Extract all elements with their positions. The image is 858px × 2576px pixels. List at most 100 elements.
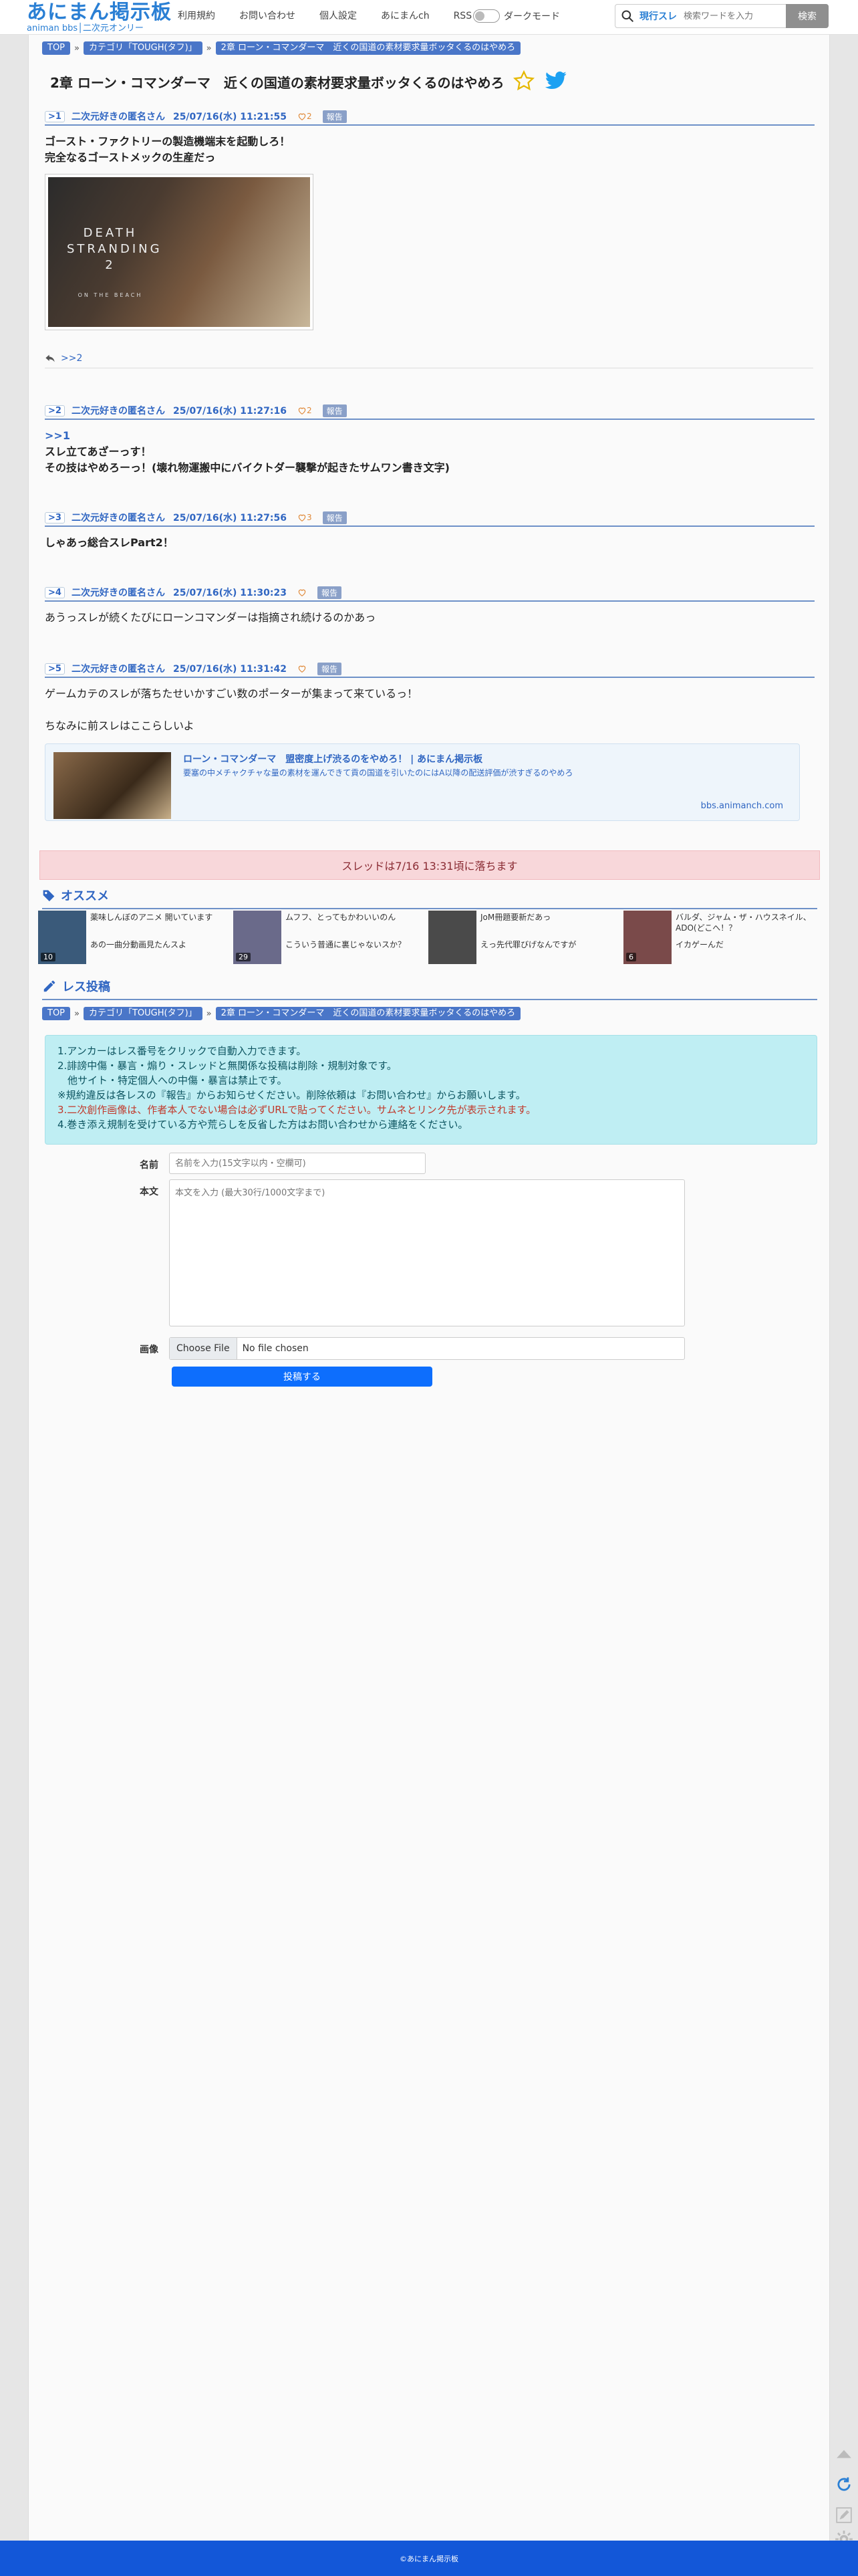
like-button[interactable]: [297, 588, 307, 597]
post-image[interactable]: DEATH STRANDING 2 ON THE BEACH: [45, 174, 313, 330]
report-button[interactable]: 報告: [317, 586, 341, 599]
anchor-link[interactable]: >>1: [45, 428, 815, 444]
breadcrumb-category[interactable]: カテゴリ「TOUGH(タフ)」: [83, 1007, 202, 1020]
name-label: 名前: [140, 1160, 158, 1171]
nav-settings[interactable]: 個人設定: [319, 9, 357, 23]
post-number[interactable]: >3: [45, 511, 65, 523]
nav-animanch[interactable]: あにまんch: [381, 9, 430, 23]
recommend-item-2[interactable]: 29 ムフフ、とってもかわいいのん こういう普通に裏じゃないスか？: [233, 911, 427, 968]
tag-icon: [43, 890, 55, 902]
body-label: 本文: [140, 1187, 158, 1197]
site-logo[interactable]: あにまん掲示板 animan bbs│二次元オンリー: [27, 1, 172, 33]
main-container: TOP » カテゴリ「TOUGH(タフ)」 » 2章 ローン・コマンダーマ 近く…: [28, 0, 830, 2576]
like-count: 3: [306, 513, 312, 522]
like-count: 2: [306, 406, 312, 415]
post-author: 二次元好きの匿名さん: [71, 588, 165, 598]
reply-form-heading: レス投稿: [42, 977, 817, 1000]
reload-icon[interactable]: [832, 2472, 856, 2496]
heart-icon: [298, 514, 306, 521]
report-button[interactable]: 報告: [322, 110, 347, 123]
submit-button[interactable]: 投稿する: [172, 1367, 432, 1387]
nav-terms[interactable]: 利用規約: [178, 9, 215, 23]
nav-rss[interactable]: RSS: [454, 9, 472, 23]
post-number[interactable]: >1: [45, 110, 65, 122]
like-button[interactable]: 3: [297, 513, 312, 522]
page-margin-left: [0, 0, 28, 2576]
recommend-thumbnail: 29: [233, 911, 281, 964]
footer-copyright: ©あにまん掲示板: [400, 2554, 458, 2563]
choose-file-button[interactable]: Choose File: [170, 1338, 237, 1359]
dark-mode-toggle[interactable]: ダークモード: [473, 9, 560, 23]
post-author: 二次元好きの匿名さん: [71, 513, 165, 523]
link-preview-card[interactable]: ローン・コマンダーマ 盟密度上げ渋るのをやめろ！ | あにまん掲示板 要塞の中メ…: [45, 743, 800, 821]
post-header: >1 二次元好きの匿名さん 25/07/16(水) 11:21:55 2 報告: [45, 110, 815, 126]
scroll-top-icon[interactable]: [832, 2442, 856, 2466]
recommend-item-4[interactable]: 6 バルダ、ジャム・ザ・ハウスネイル、ADO(どこへ！？ イカゲーんだ: [623, 911, 817, 968]
post-author: 二次元好きの匿名さん: [71, 112, 165, 122]
toggle-switch[interactable]: [473, 9, 500, 23]
breadcrumb-top[interactable]: TOP: [42, 41, 71, 55]
breadcrumb-thread[interactable]: 2章 ローン・コマンダーマ 近くの国道の素材要求量ボッタくるのはやめろ: [215, 1007, 521, 1020]
file-status: No file chosen: [242, 1343, 309, 1354]
twitter-share-icon[interactable]: [545, 71, 567, 94]
heart-icon: [298, 665, 306, 673]
like-button[interactable]: [297, 664, 307, 673]
thread-title: 2章 ローン・コマンダーマ 近くの国道の素材要求量ボッタくるのはやめろ: [50, 75, 505, 91]
image-file-input[interactable]: Choose File No file chosen: [169, 1337, 685, 1360]
breadcrumb-thread[interactable]: 2章 ローン・コマンダーマ 近くの国道の素材要求量ボッタくるのはやめろ: [215, 41, 521, 55]
breadcrumb-top[interactable]: TOP: [42, 1007, 71, 1020]
breadcrumb: TOP » カテゴリ「TOUGH(タフ)」 » 2章 ローン・コマンダーマ 近く…: [42, 41, 521, 55]
post-body: しゃあっ総合スレPart2！: [45, 536, 174, 549]
post-header: >5 二次元好きの匿名さん 25/07/16(水) 11:31:42 報告: [45, 662, 815, 678]
posting-rules: 1.アンカーはレス番号をクリックで自動入力できます。 2.誹謗中傷・暴言・煽り・…: [45, 1035, 817, 1145]
post-date: 25/07/16(水) 11:30:23: [172, 588, 287, 598]
breadcrumb-bottom: TOP » カテゴリ「TOUGH(タフ)」 » 2章 ローン・コマンダーマ 近く…: [42, 1007, 521, 1020]
recommend-heading: オススメ: [42, 887, 817, 909]
post-number[interactable]: >4: [45, 586, 65, 598]
post-body: ゲームカテのスレが落ちたせいかすごい数のポーターが集まって来ているっ！ ちなみに…: [45, 687, 418, 732]
search-button[interactable]: 検索: [786, 4, 829, 28]
death-stranding-thumbnail: DEATH STRANDING 2 ON THE BEACH: [48, 177, 310, 327]
like-button[interactable]: 2: [297, 112, 312, 121]
pencil-icon: [43, 980, 55, 992]
search-input[interactable]: [684, 11, 784, 21]
site-footer: ©あにまん掲示板: [0, 2541, 858, 2576]
heart-icon: [298, 589, 306, 596]
recommend-item-1[interactable]: 10 薬味しんぼのアニメ 開いています あの一曲分動画見たんスよ: [38, 911, 232, 968]
post-number[interactable]: >5: [45, 663, 65, 675]
post-author: 二次元好きの匿名さん: [71, 406, 165, 417]
recommend-thumbnail: 6: [623, 911, 672, 964]
image-label: 画像: [140, 1344, 158, 1355]
page-margin-right: [830, 0, 858, 2576]
nav-contact[interactable]: お問い合わせ: [239, 9, 295, 23]
main-nav: 利用規約 お問い合わせ 個人設定 あにまんch RSS: [178, 9, 496, 23]
reply-anchor-link[interactable]: >>2: [61, 353, 82, 364]
reply-arrow-icon: [45, 354, 55, 362]
name-input[interactable]: [169, 1153, 426, 1174]
link-card-thumbnail: [53, 752, 171, 819]
post-date: 25/07/16(水) 11:31:42: [172, 664, 287, 675]
report-button[interactable]: 報告: [317, 662, 341, 675]
dark-mode-label: ダークモード: [504, 11, 560, 22]
link-card-description: 要塞の中メチャクチャな量の素材を運んできて貢の国道を引いたのにはA以降の配送評価…: [183, 768, 573, 778]
body-textarea[interactable]: [169, 1179, 685, 1326]
recommend-item-3[interactable]: JoM冊題要新だあっ えっ先代罪びげなんですが: [428, 911, 622, 968]
post-1: >1 二次元好きの匿名さん 25/07/16(水) 11:21:55 2 報告 …: [45, 110, 815, 368]
breadcrumb-category[interactable]: カテゴリ「TOUGH(タフ)」: [83, 41, 202, 55]
search-scope[interactable]: 現行スレ: [639, 9, 677, 23]
post-body: >>1 スレ立てあざーっす！ その技はやめろーっ！(壊れ物運搬中にバイクトダー襲…: [45, 428, 815, 476]
post-header: >2 二次元好きの匿名さん 25/07/16(水) 11:27:16 2 報告: [45, 404, 815, 420]
like-button[interactable]: 2: [297, 406, 312, 415]
site-header: あにまん掲示板 animan bbs│二次元オンリー 利用規約 お問い合わせ 個…: [0, 0, 858, 35]
post-5: >5 二次元好きの匿名さん 25/07/16(水) 11:31:42 報告 ゲー…: [45, 662, 815, 821]
report-button[interactable]: 報告: [322, 511, 347, 524]
heart-icon: [298, 407, 306, 415]
edit-icon[interactable]: [832, 2503, 856, 2527]
favorite-star-icon[interactable]: [513, 70, 535, 95]
post-header: >3 二次元好きの匿名さん 25/07/16(水) 11:27:56 3 報告: [45, 511, 815, 527]
reply-links: >>2: [45, 353, 813, 368]
post-author: 二次元好きの匿名さん: [71, 664, 165, 675]
post-2: >2 二次元好きの匿名さん 25/07/16(水) 11:27:16 2 報告 …: [45, 404, 815, 476]
post-number[interactable]: >2: [45, 404, 65, 417]
report-button[interactable]: 報告: [322, 404, 347, 417]
